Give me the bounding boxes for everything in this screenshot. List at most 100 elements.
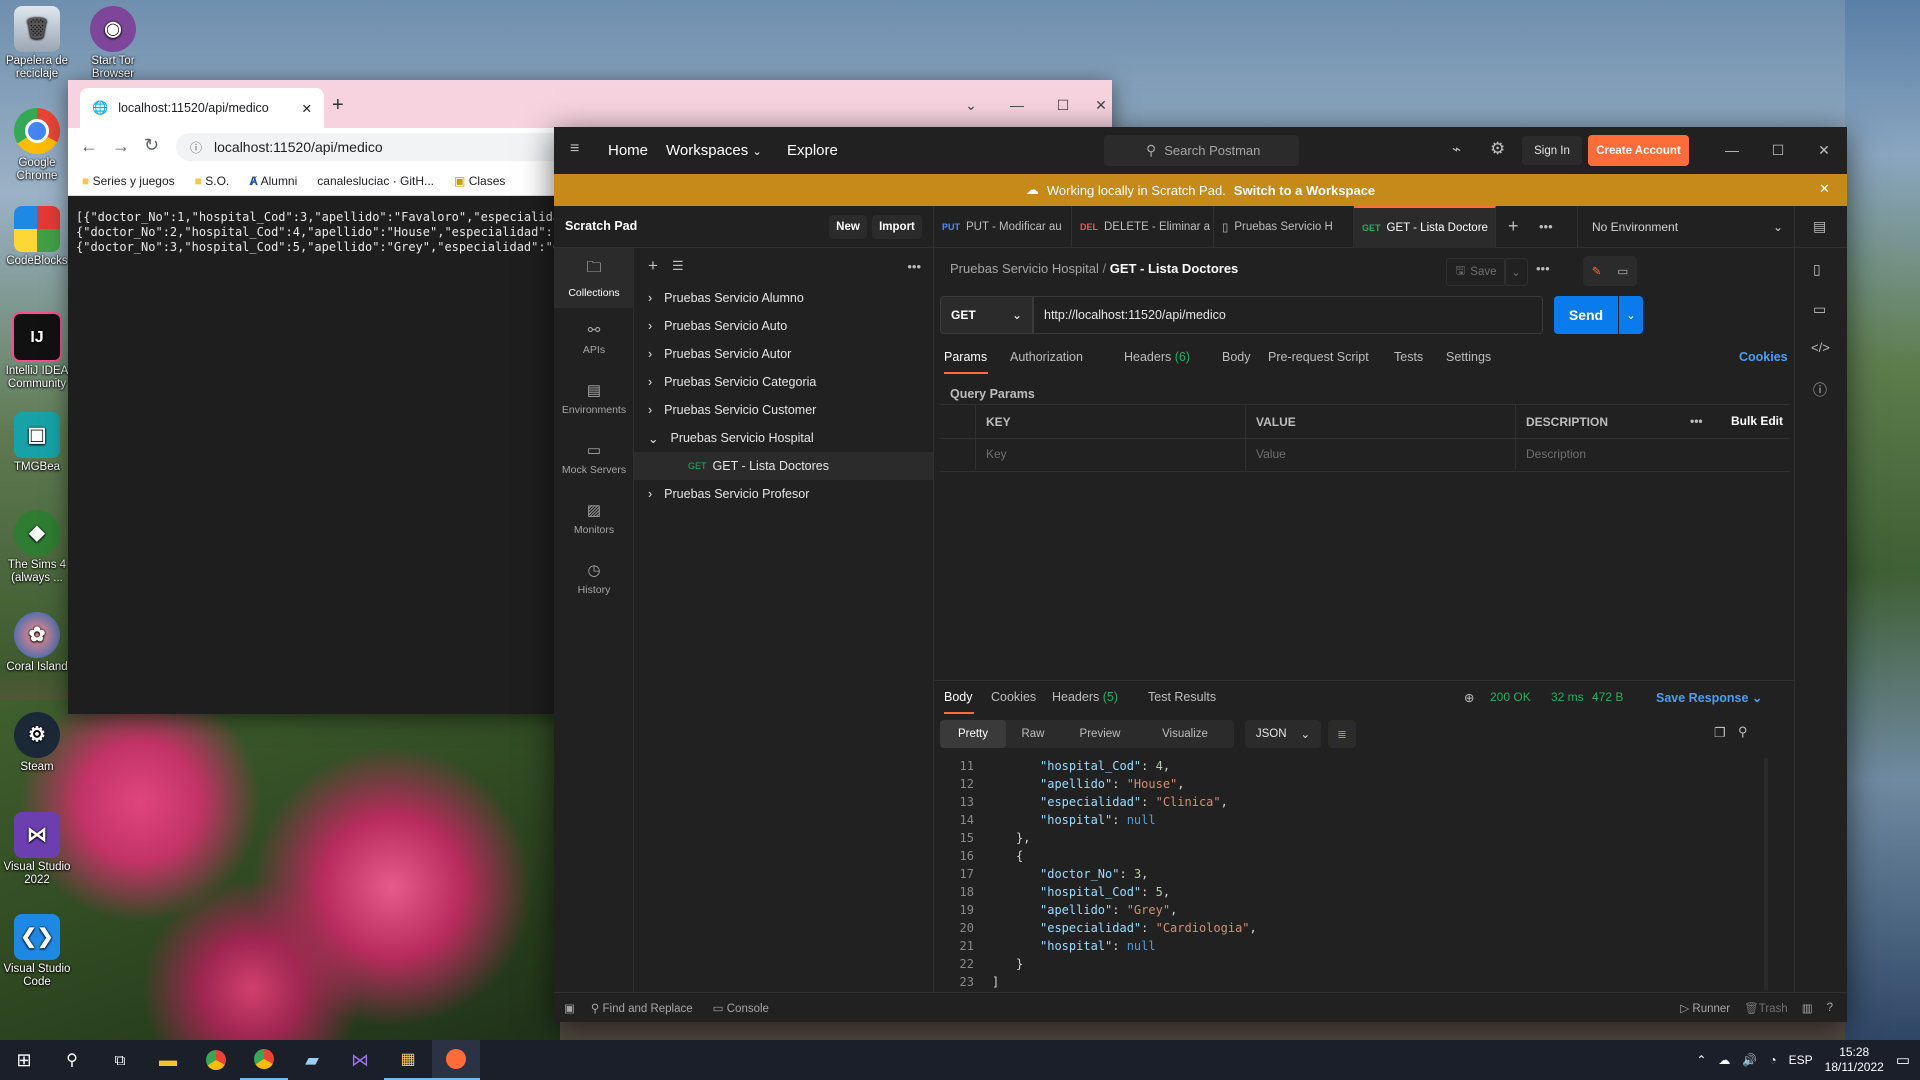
trash-button[interactable]: 🗑Trash	[1744, 1001, 1788, 1015]
file-explorer-icon[interactable]: ▬	[144, 1040, 192, 1080]
clock[interactable]: 15:28 18/11/2022	[1825, 1045, 1884, 1075]
send-dropdown-icon[interactable]: ⌄	[1619, 296, 1643, 334]
bookmark-alumni[interactable]: Ⱥ Alumni	[249, 174, 297, 188]
desktop-icon-visual-studio[interactable]: ⋈ Visual Studio 2022	[0, 812, 74, 887]
desktop-icon-vscode[interactable]: ❮❯ Visual Studio Code	[0, 914, 74, 989]
desktop-icon-tmg[interactable]: ▣ TMGBea	[0, 412, 74, 474]
collection-item[interactable]: › Pruebas Servicio Customer	[634, 396, 933, 424]
collection-item[interactable]: › Pruebas Servicio Auto	[634, 312, 933, 340]
collection-item[interactable]: › Pruebas Servicio Alumno	[634, 284, 933, 312]
search-input[interactable]: ⚲ Search Postman	[1104, 135, 1299, 166]
hamburger-menu-icon[interactable]: ≡	[570, 140, 579, 158]
desktop-icon-sims[interactable]: ◆ The Sims 4 (always ...	[0, 510, 74, 585]
create-account-button[interactable]: Create Account	[1588, 135, 1689, 166]
notepad-icon[interactable]: ▰	[288, 1040, 336, 1080]
response-tab-body[interactable]: Body	[944, 690, 974, 714]
bookmark-clases[interactable]: ▣ Clases	[454, 174, 505, 188]
close-tab-icon[interactable]: ✕	[302, 101, 312, 116]
desktop-icon-intellij[interactable]: IJ IntelliJ IDEA Community	[0, 312, 74, 391]
bookmark-github[interactable]: canalesluciac · GitH...	[317, 174, 434, 188]
windows-start-icon[interactable]: ⊞	[0, 1040, 48, 1080]
request-more-icon[interactable]: •••	[1536, 261, 1550, 276]
close-banner-icon[interactable]: ✕	[1819, 181, 1830, 197]
visual-studio-taskbar-icon[interactable]: ⋈	[336, 1040, 384, 1080]
response-size[interactable]: 472 B	[1592, 690, 1623, 704]
tab-options-icon[interactable]: •••	[1539, 219, 1553, 234]
minimize-icon[interactable]: —	[994, 90, 1040, 120]
rail-history[interactable]: ◷ History	[554, 548, 634, 608]
bookmark-series[interactable]: ■ Series y juegos	[82, 174, 175, 188]
chrome-tab[interactable]: 🌐 localhost:11520/api/medico ✕	[80, 88, 324, 128]
wrap-lines-icon[interactable]: ≣	[1328, 720, 1356, 748]
rail-mock-servers[interactable]: ▭ Mock Servers	[554, 428, 634, 488]
response-tab-headers[interactable]: Headers (5)	[1052, 690, 1118, 704]
response-time[interactable]: 32 ms	[1551, 690, 1584, 704]
tab-headers[interactable]: Headers (6)	[1124, 350, 1190, 364]
breadcrumb-collection[interactable]: Pruebas Servicio Hospital	[950, 261, 1099, 276]
switch-workspace-link[interactable]: Switch to a Workspace	[1234, 183, 1375, 198]
desktop-icon-recycle-bin[interactable]: 🗑 Papelera de reciclaje	[0, 6, 74, 81]
wifi-icon[interactable]: ◔	[1769, 1053, 1776, 1067]
app-taskbar-icon[interactable]: ▦	[384, 1040, 432, 1080]
satellite-icon[interactable]: ⌁	[1452, 140, 1461, 158]
view-pretty[interactable]: Pretty	[940, 720, 1006, 748]
back-icon[interactable]: ←	[80, 136, 98, 157]
search-icon[interactable]: ⚲	[48, 1040, 96, 1080]
url-input[interactable]: http://localhost:11520/api/medico	[1033, 296, 1543, 334]
status-code[interactable]: 200 OK	[1490, 690, 1531, 704]
collection-item-expanded[interactable]: ⌄ Pruebas Servicio Hospital	[634, 424, 933, 452]
desktop-icon-coral-island[interactable]: ✿ Coral Island	[0, 612, 74, 674]
rail-environments[interactable]: ▤ Environments	[554, 368, 634, 428]
info-icon[interactable]: ⓘ	[1813, 380, 1827, 400]
description-input[interactable]: Description	[1516, 438, 1790, 470]
view-visualize[interactable]: Visualize	[1140, 720, 1230, 748]
desktop-icon-chrome[interactable]: Google Chrome	[0, 108, 74, 183]
tab-tests[interactable]: Tests	[1394, 350, 1423, 364]
tab-authorization[interactable]: Authorization	[1010, 350, 1083, 364]
save-response-button[interactable]: Save Response ⌄	[1656, 690, 1762, 705]
request-tab[interactable]: ▯ Pruebas Servicio H	[1214, 206, 1354, 248]
send-button[interactable]: Send	[1554, 296, 1618, 334]
scrollbar[interactable]	[1764, 758, 1768, 990]
edit-comment-toggle[interactable]: ✎ ▭	[1583, 256, 1637, 286]
new-tab-icon[interactable]: +	[332, 94, 344, 117]
tab-body[interactable]: Body	[1222, 350, 1251, 364]
row-checkbox[interactable]	[940, 438, 976, 470]
key-input[interactable]: Key	[976, 438, 1246, 470]
desktop-icon-codeblocks[interactable]: CodeBlocks	[0, 206, 74, 268]
forward-icon[interactable]: →	[112, 136, 130, 157]
request-tab[interactable]: DEL DELETE - Eliminar a	[1072, 206, 1214, 248]
rail-collections[interactable]: 🗀 Collections	[554, 248, 634, 308]
close-icon[interactable]: ✕	[1078, 90, 1124, 120]
import-button[interactable]: Import	[872, 215, 922, 239]
help-icon[interactable]: ?	[1827, 1002, 1833, 1014]
code-snippet-icon[interactable]: </>	[1811, 340, 1830, 355]
nav-workspaces[interactable]: Workspaces ⌄	[666, 142, 762, 159]
response-tab-cookies[interactable]: Cookies	[991, 690, 1036, 704]
tab-settings[interactable]: Settings	[1446, 350, 1491, 364]
close-icon[interactable]: ✕	[1801, 135, 1847, 165]
chrome-running-taskbar-icon[interactable]	[240, 1040, 288, 1080]
language-indicator[interactable]: ESP	[1789, 1053, 1813, 1067]
volume-icon[interactable]: 🔊	[1742, 1053, 1757, 1067]
two-pane-icon[interactable]: ▥	[1802, 1001, 1813, 1015]
copy-icon[interactable]: ❐	[1714, 725, 1726, 741]
bookmark-so[interactable]: ■ S.O.	[195, 174, 230, 188]
console-button[interactable]: ▭ Console	[713, 1001, 769, 1015]
task-view-icon[interactable]: ⧉	[96, 1040, 144, 1080]
search-response-icon[interactable]: ⚲	[1738, 724, 1748, 740]
notifications-icon[interactable]: ▭	[1896, 1051, 1910, 1069]
nav-explore[interactable]: Explore	[787, 142, 838, 159]
format-select[interactable]: JSON ⌄	[1245, 720, 1321, 748]
minimize-icon[interactable]: —	[1709, 135, 1755, 165]
table-options-icon[interactable]: •••	[1690, 414, 1703, 428]
add-collection-icon[interactable]: +	[648, 256, 658, 276]
postman-taskbar-icon[interactable]	[432, 1040, 480, 1080]
chrome-taskbar-icon[interactable]	[192, 1040, 240, 1080]
save-button[interactable]: 🖫 Save	[1446, 258, 1506, 286]
bulk-edit-button[interactable]: Bulk Edit	[1731, 414, 1783, 428]
comments-icon[interactable]: ▭	[1813, 301, 1826, 318]
request-tab-active[interactable]: GET GET - Lista Doctore	[1354, 206, 1496, 248]
tab-params[interactable]: Params	[944, 350, 988, 374]
toggle-sidebar-icon[interactable]: ▣	[564, 1001, 575, 1015]
